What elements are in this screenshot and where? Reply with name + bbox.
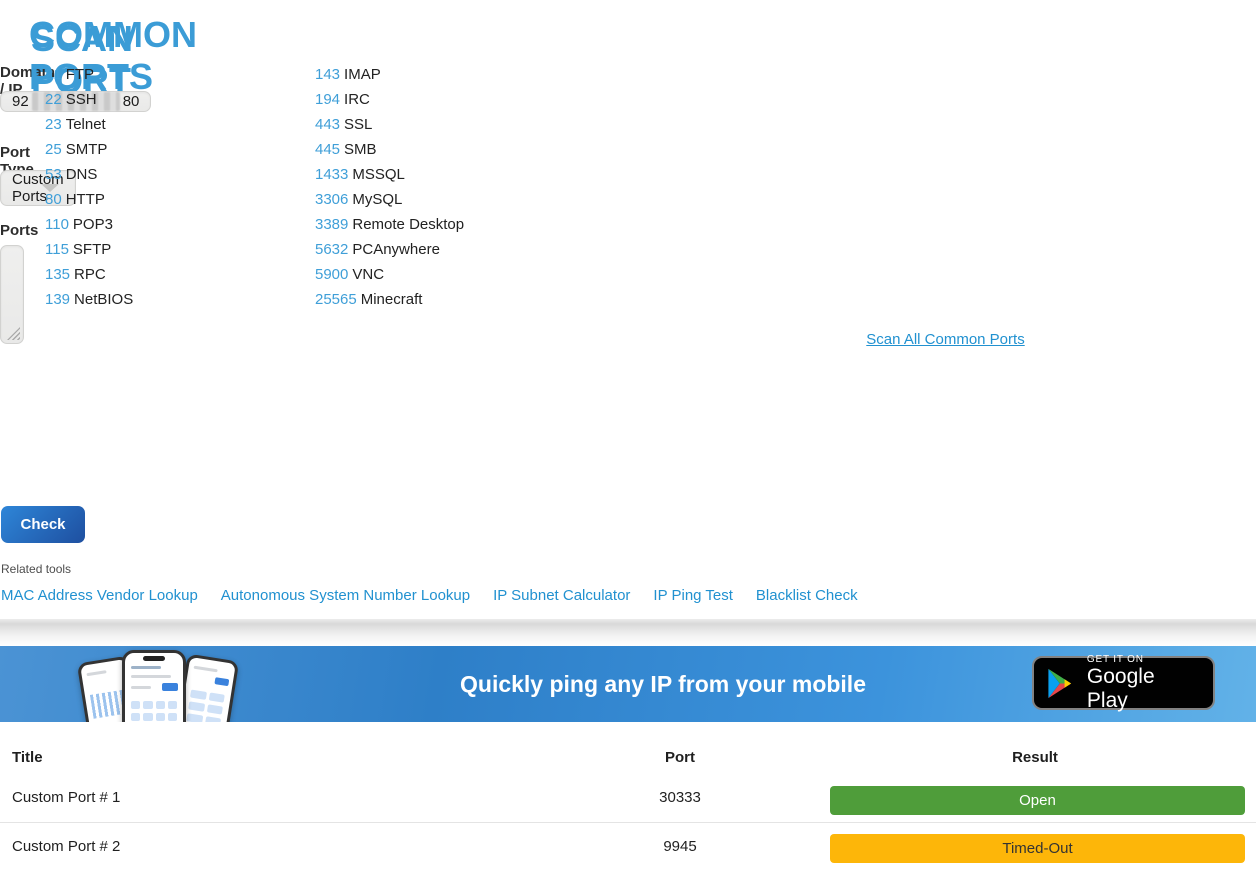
common-port-item: 25SMTP	[45, 137, 133, 162]
ports-label: Ports	[0, 222, 38, 239]
port-number: 139	[45, 291, 70, 308]
related-link-ip-ping-test[interactable]: IP Ping Test	[653, 587, 733, 604]
common-port-item: 5632PCAnywhere	[315, 237, 464, 262]
common-port-item: 21FTP	[45, 62, 133, 87]
port-name: IRC	[344, 91, 370, 108]
port-number: 3306	[315, 191, 348, 208]
port-name: MSSQL	[352, 166, 405, 183]
common-port-item: 80HTTP	[45, 187, 133, 212]
port-number: 23	[45, 116, 62, 133]
port-name: HTTP	[66, 191, 105, 208]
port-name: SSH	[66, 91, 97, 108]
port-name: POP3	[73, 216, 113, 233]
ports-textarea-wrap: 30333, 9945	[0, 245, 24, 344]
related-link-asn-lookup[interactable]: Autonomous System Number Lookup	[221, 587, 470, 604]
port-number: 21	[45, 66, 62, 83]
google-play-icon	[1046, 667, 1076, 700]
common-port-item: 1433MSSQL	[315, 162, 464, 187]
common-port-item: 135RPC	[45, 262, 133, 287]
common-port-item: 23Telnet	[45, 112, 133, 137]
result-row-port: 30333	[610, 789, 750, 806]
port-name: DNS	[66, 166, 98, 183]
port-scanner-page: { "scan_port": { "title": "SCAN PORT", "…	[0, 0, 1256, 875]
port-number: 110	[45, 216, 69, 233]
scan-all-common-ports-link[interactable]: Scan All Common Ports	[866, 331, 1024, 348]
port-name: SMTP	[66, 141, 108, 158]
port-name: FTP	[66, 66, 94, 83]
domain-ip-value-prefix: 92	[12, 93, 29, 110]
status-badge-timed-out: Timed-Out	[830, 834, 1245, 863]
badge-get-it-on: GET IT ON	[1087, 654, 1201, 665]
resize-handle-icon[interactable]	[7, 327, 20, 340]
port-number: 25565	[315, 291, 357, 308]
port-number: 25	[45, 141, 62, 158]
port-name: SMB	[344, 141, 377, 158]
port-number: 80	[45, 191, 62, 208]
related-link-blacklist-check[interactable]: Blacklist Check	[756, 587, 858, 604]
section-divider	[0, 619, 1256, 646]
common-port-item: 3306MySQL	[315, 187, 464, 212]
common-port-item: 115SFTP	[45, 237, 133, 262]
port-number: 135	[45, 266, 70, 283]
common-ports-column-left: 21FTP 22SSH 23Telnet 25SMTP 53DNS 80HTTP…	[45, 62, 133, 312]
port-name: IMAP	[344, 66, 381, 83]
common-port-item: 3389Remote Desktop	[315, 212, 464, 237]
port-name: NetBIOS	[74, 291, 133, 308]
port-number: 115	[45, 241, 69, 258]
status-badge-open: Open	[830, 786, 1245, 815]
port-number: 53	[45, 166, 62, 183]
port-name: MySQL	[352, 191, 402, 208]
common-port-item: 25565Minecraft	[315, 287, 464, 312]
related-tools-nav: MAC Address Vendor Lookup Autonomous Sys…	[1, 587, 858, 604]
port-name: VNC	[352, 266, 384, 283]
port-number: 22	[45, 91, 62, 108]
port-number: 5632	[315, 241, 348, 258]
google-play-badge-text: GET IT ON Google Play	[1087, 654, 1201, 711]
port-name: Minecraft	[361, 291, 423, 308]
port-name: Remote Desktop	[352, 216, 464, 233]
common-port-item: 194IRC	[315, 87, 464, 112]
phone-notch	[143, 656, 165, 661]
common-port-item: 53DNS	[45, 162, 133, 187]
results-header-result: Result	[835, 749, 1235, 766]
check-button[interactable]: Check	[1, 506, 85, 543]
common-port-item: 143IMAP	[315, 62, 464, 87]
port-number: 143	[315, 66, 340, 83]
port-number: 445	[315, 141, 340, 158]
scan-all-common-ports-wrap: Scan All Common Ports	[639, 331, 1252, 348]
port-name: PCAnywhere	[352, 241, 440, 258]
common-port-item: 5900VNC	[315, 262, 464, 287]
results-header-port: Port	[610, 749, 750, 766]
result-row-title: Custom Port # 1	[12, 789, 120, 806]
result-row-port: 9945	[610, 838, 750, 855]
port-number: 5900	[315, 266, 348, 283]
port-number: 1433	[315, 166, 348, 183]
port-name: RPC	[74, 266, 106, 283]
google-play-badge[interactable]: GET IT ON Google Play	[1032, 656, 1215, 710]
badge-google-play: Google Play	[1087, 665, 1201, 711]
port-number: 3389	[315, 216, 348, 233]
port-name: SFTP	[73, 241, 111, 258]
port-number: 443	[315, 116, 340, 133]
table-row-divider	[0, 822, 1256, 823]
common-port-item: 110POP3	[45, 212, 133, 237]
phone-mockup-center	[122, 650, 186, 722]
related-link-ip-subnet-calculator[interactable]: IP Subnet Calculator	[493, 587, 630, 604]
common-port-item: 139NetBIOS	[45, 287, 133, 312]
common-ports-column-right: 143IMAP 194IRC 443SSL 445SMB 1433MSSQL 3…	[315, 62, 464, 312]
related-link-mac-address-vendor-lookup[interactable]: MAC Address Vendor Lookup	[1, 587, 198, 604]
port-number: 194	[315, 91, 340, 108]
common-port-item: 443SSL	[315, 112, 464, 137]
mobile-app-banner: Quickly ping any IP from your mobile GET…	[0, 646, 1256, 722]
result-row-title: Custom Port # 2	[12, 838, 120, 855]
port-name: Telnet	[66, 116, 106, 133]
port-name: SSL	[344, 116, 372, 133]
common-port-item: 22SSH	[45, 87, 133, 112]
related-tools-heading: Related tools	[1, 562, 71, 576]
results-header-title: Title	[12, 749, 43, 766]
common-port-item: 445SMB	[315, 137, 464, 162]
